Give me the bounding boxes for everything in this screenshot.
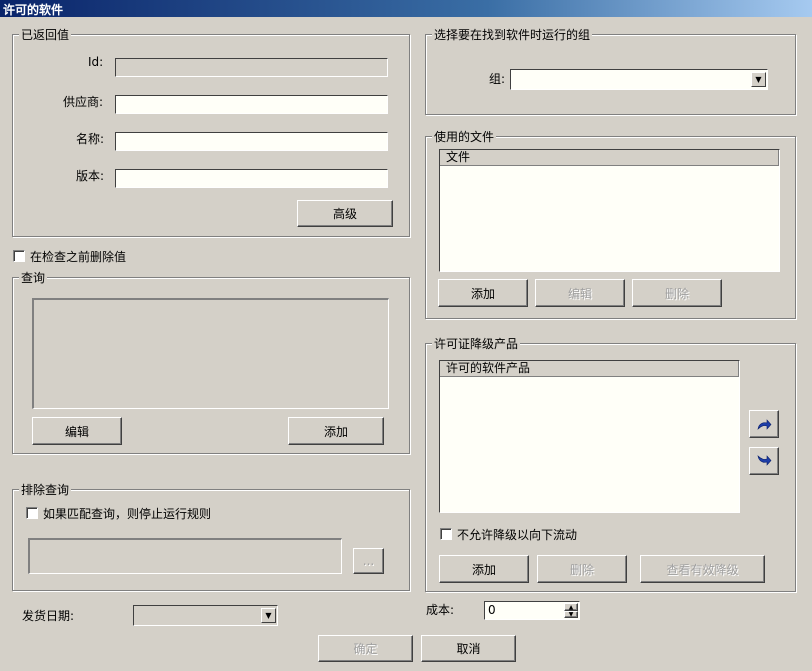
delete-before-check-label: 在检查之前删除值 (30, 250, 127, 264)
group-label: 组: (489, 72, 506, 86)
stop-rule-checkbox[interactable] (26, 507, 38, 519)
downgrade-delete-button[interactable]: 删除 (537, 555, 627, 583)
chevron-down-icon[interactable]: ▼ (261, 608, 276, 623)
used-files-column-header[interactable]: 文件 (440, 150, 779, 166)
advanced-button[interactable]: 高级 (297, 200, 393, 227)
no-flow-label: 不允许降级以向下流动 (457, 528, 578, 542)
no-flow-checkbox[interactable] (440, 528, 452, 540)
used-files-delete-button[interactable]: 删除 (632, 279, 722, 307)
id-label: Id: (88, 55, 104, 69)
stop-rule-label: 如果匹配查询，则停止运行规则 (43, 507, 212, 521)
exclude-query-field[interactable] (28, 538, 342, 574)
vendor-label: 供应商: (63, 95, 104, 109)
name-field[interactable] (115, 132, 388, 151)
browse-button[interactable]: ... (353, 548, 384, 574)
ship-date-field[interactable]: ▼ (133, 605, 278, 626)
arrow-down-icon (757, 455, 772, 466)
ship-date-label: 发货日期: (22, 609, 75, 623)
stepper-arrows: ▲ ▼ (564, 603, 578, 618)
query-add-button[interactable]: 添加 (288, 417, 384, 445)
return-values-legend: 已返回值 (19, 26, 72, 43)
group-select-legend: 选择要在找到软件时运行的组 (432, 26, 593, 43)
view-effective-downgrade-button[interactable]: 查看有效降级 (640, 555, 765, 583)
query-text-area[interactable] (32, 298, 389, 409)
delete-before-check-checkbox[interactable] (13, 250, 25, 262)
version-label: 版本: (76, 169, 105, 183)
move-up-button[interactable] (749, 410, 779, 438)
cost-value: 0 (488, 603, 496, 617)
ok-button[interactable]: 确定 (318, 635, 413, 662)
id-field[interactable] (115, 58, 388, 77)
group-dropdown[interactable]: ▼ (510, 69, 768, 90)
downgrade-legend: 许可证降级产品 (432, 335, 521, 352)
exclude-query-legend: 排除查询 (19, 481, 72, 498)
used-files-legend: 使用的文件 (432, 128, 497, 145)
version-field[interactable] (115, 169, 388, 188)
cost-stepper[interactable]: 0 ▲ ▼ (484, 601, 580, 620)
name-label: 名称: (76, 132, 105, 146)
cost-label: 成本: (426, 603, 455, 617)
vendor-field[interactable] (115, 95, 388, 114)
window-title: 许可的软件 (3, 3, 64, 17)
move-down-button[interactable] (749, 447, 779, 475)
used-files-add-button[interactable]: 添加 (438, 279, 528, 307)
used-files-edit-button[interactable]: 编辑 (535, 279, 625, 307)
query-legend: 查询 (19, 269, 48, 286)
query-edit-button[interactable]: 编辑 (32, 417, 122, 445)
cancel-button[interactable]: 取消 (421, 635, 516, 662)
downgrade-list[interactable]: 许可的软件产品 (439, 360, 740, 513)
stepper-down-icon[interactable]: ▼ (564, 611, 578, 618)
arrow-up-icon (757, 419, 772, 430)
used-files-list[interactable]: 文件 (439, 149, 780, 272)
chevron-down-icon[interactable]: ▼ (751, 72, 766, 87)
title-bar: 许可的软件 (0, 0, 812, 17)
downgrade-column-header[interactable]: 许可的软件产品 (440, 361, 739, 377)
downgrade-add-button[interactable]: 添加 (439, 555, 529, 583)
